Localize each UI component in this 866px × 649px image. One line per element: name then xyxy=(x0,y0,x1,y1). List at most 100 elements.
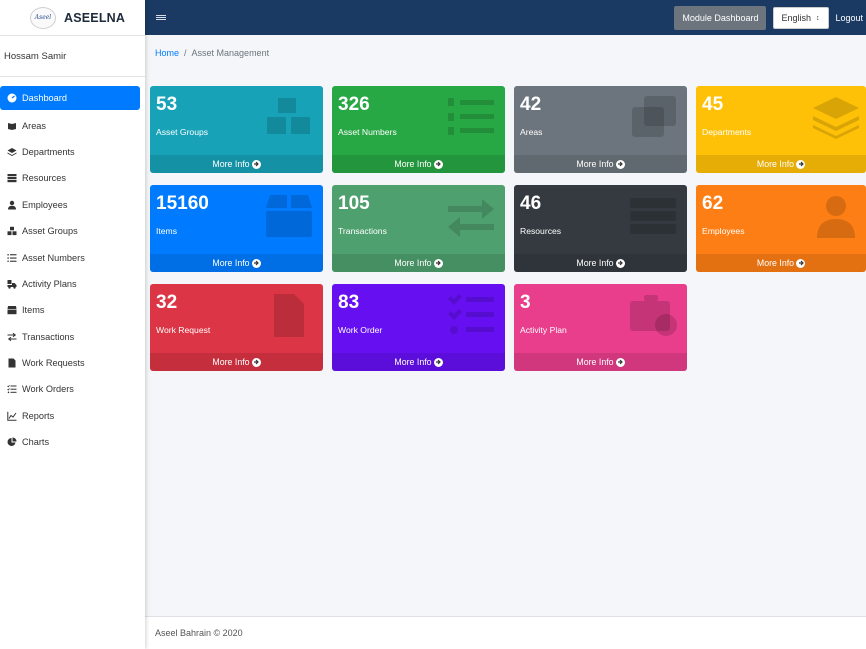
more-info-link[interactable]: More Info xyxy=(150,155,323,173)
card-activity-plan: 3 Activity Plan More Info xyxy=(514,284,687,371)
chart-line-icon xyxy=(6,411,18,421)
box-icon xyxy=(6,305,18,315)
arrow-circle-right-icon xyxy=(251,258,261,268)
card-asset-groups: 53 Asset Groups More Info xyxy=(150,86,323,173)
sidebar-item-items[interactable]: Items xyxy=(0,297,145,323)
card-label: Activity Plan xyxy=(520,325,567,335)
card-value: 3 xyxy=(520,292,531,313)
sidebar: Aseel ASEELNA Hossam Samir Dashboard Are… xyxy=(0,0,145,649)
user-panel[interactable]: Hossam Samir xyxy=(0,36,145,77)
arrow-circle-right-icon xyxy=(796,159,806,169)
more-info-label: More Info xyxy=(394,357,432,367)
sidebar-item-asset-numbers[interactable]: Asset Numbers xyxy=(0,244,145,270)
box-icon xyxy=(266,195,312,237)
card-value: 45 xyxy=(702,94,724,115)
card-value: 53 xyxy=(156,94,178,115)
select-arrows-icon: ↕ xyxy=(816,14,820,22)
server-icon xyxy=(630,198,676,234)
more-info-link[interactable]: More Info xyxy=(150,254,323,272)
more-info-link[interactable]: More Info xyxy=(332,254,505,272)
sidebar-item-employees[interactable]: Employees xyxy=(0,192,145,218)
user-name[interactable]: Hossam Samir xyxy=(4,51,66,62)
boxes-icon xyxy=(6,226,18,236)
logout-link[interactable]: Logout xyxy=(835,13,863,23)
card-value: 326 xyxy=(338,94,370,115)
language-select[interactable]: English ↕ xyxy=(773,7,830,29)
more-info-link[interactable]: More Info xyxy=(696,155,866,173)
more-info-label: More Info xyxy=(576,258,614,268)
sidebar-item-transactions[interactable]: Transactions xyxy=(0,324,145,350)
brand-logo: Aseel xyxy=(30,6,56,29)
more-info-link[interactable]: More Info xyxy=(150,353,323,371)
arrow-circle-right-icon xyxy=(251,357,261,367)
sidebar-item-label: Employees xyxy=(22,199,68,210)
card-work-order: 83 Work Order More Info xyxy=(332,284,505,371)
more-info-link[interactable]: More Info xyxy=(514,254,687,272)
card-employees: 62 Employees More Info xyxy=(696,185,866,272)
sidebar-item-departments[interactable]: Departments xyxy=(0,139,145,165)
sidebar-item-resources[interactable]: Resources xyxy=(0,165,145,191)
card-asset-numbers: 326 Asset Numbers More Info xyxy=(332,86,505,173)
card-label: Asset Numbers xyxy=(338,127,397,137)
layers-icon xyxy=(813,97,859,139)
more-info-link[interactable]: More Info xyxy=(332,155,505,173)
card-label: Work Order xyxy=(338,325,383,335)
card-value: 62 xyxy=(702,193,724,214)
menu-toggle-icon[interactable] xyxy=(156,13,166,23)
more-info-link[interactable]: More Info xyxy=(332,353,505,371)
module-dashboard-button[interactable]: Module Dashboard xyxy=(674,6,767,30)
tasks-icon xyxy=(448,294,494,334)
card-departments: 45 Departments More Info xyxy=(696,86,866,173)
sidebar-item-label: Charts xyxy=(22,437,50,448)
card-label: Work Request xyxy=(156,325,211,335)
top-navbar: Module Dashboard English ↕ Logout xyxy=(145,0,866,35)
more-info-link[interactable]: More Info xyxy=(514,155,687,173)
more-info-label: More Info xyxy=(212,357,250,367)
sidebar-item-dashboard[interactable]: Dashboard xyxy=(0,86,140,110)
card-label: Asset Groups xyxy=(156,127,209,137)
card-areas: 42 Areas More Info xyxy=(514,86,687,173)
list-ol-icon xyxy=(6,253,18,263)
sidebar-item-label: Work Orders xyxy=(22,384,74,395)
sidebar-item-label: Reports xyxy=(22,410,55,421)
card-label: Transactions xyxy=(338,226,387,236)
card-label: Employees xyxy=(702,226,745,236)
card-value: 83 xyxy=(338,292,360,313)
more-info-link[interactable]: More Info xyxy=(696,254,866,272)
boxes-icon xyxy=(267,98,310,134)
more-info-link[interactable]: More Info xyxy=(514,353,687,371)
user-tie-icon xyxy=(6,200,18,210)
server-icon xyxy=(6,173,18,183)
sidebar-item-charts[interactable]: Charts xyxy=(0,429,145,455)
arrow-circle-right-icon xyxy=(433,357,443,367)
sidebar-item-reports[interactable]: Reports xyxy=(0,403,145,429)
business-time-icon xyxy=(630,295,677,336)
card-label: Items xyxy=(156,226,178,236)
card-transactions: 105 Transactions More Info xyxy=(332,185,505,272)
sidebar-item-work-orders[interactable]: Work Orders xyxy=(0,376,145,402)
sidebar-item-activity-plans[interactable]: Activity Plans xyxy=(0,271,145,297)
exchange-icon xyxy=(448,199,494,237)
sidebar-item-label: Dashboard xyxy=(22,93,67,103)
card-value: 15160 xyxy=(156,193,209,214)
sidebar-item-label: Departments xyxy=(22,146,75,157)
card-value: 32 xyxy=(156,292,178,313)
sidebar-item-label: Areas xyxy=(22,120,47,131)
card-value: 105 xyxy=(338,193,370,214)
more-info-label: More Info xyxy=(576,357,614,367)
sidebar-item-work-requests[interactable]: Work Requests xyxy=(0,350,145,376)
brand[interactable]: Aseel ASEELNA xyxy=(0,0,145,36)
sidebar-item-asset-groups[interactable]: Asset Groups xyxy=(0,218,145,244)
breadcrumb-home-link[interactable]: Home xyxy=(155,48,179,58)
more-info-label: More Info xyxy=(756,258,795,268)
language-value: English xyxy=(781,13,811,23)
card-value: 46 xyxy=(520,193,542,214)
arrow-circle-right-icon xyxy=(251,159,261,169)
card-items: 15160 Items More Info xyxy=(150,185,323,272)
card-label: Departments xyxy=(702,127,752,137)
more-info-label: More Info xyxy=(576,159,614,169)
more-info-label: More Info xyxy=(756,159,795,169)
breadcrumb-separator: / xyxy=(184,48,187,58)
sidebar-item-label: Asset Groups xyxy=(22,226,78,237)
sidebar-item-areas[interactable]: Areas xyxy=(0,112,145,138)
